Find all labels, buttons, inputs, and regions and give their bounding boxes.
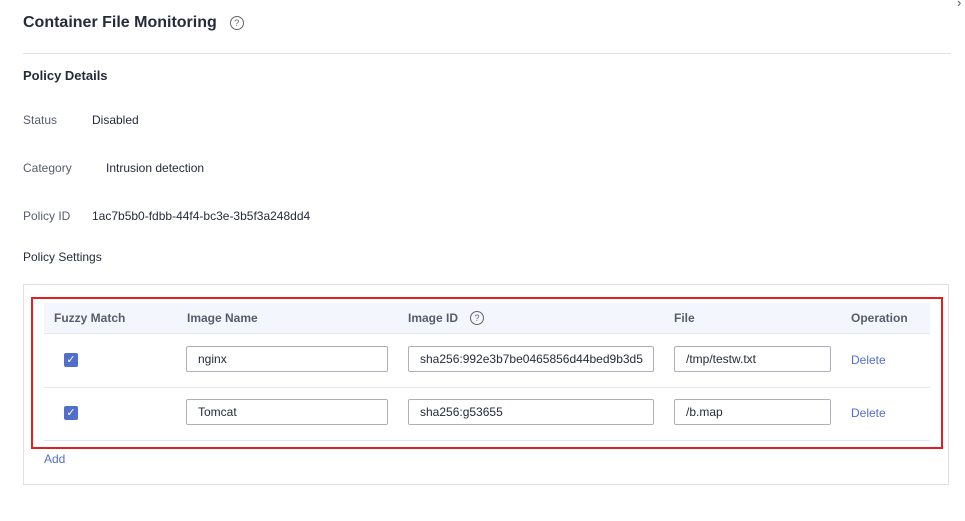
- column-header-fuzzy-match: Fuzzy Match: [54, 311, 126, 325]
- policy-settings-table: Fuzzy Match Image Name Image ID ? File O…: [44, 303, 930, 441]
- image-name-input[interactable]: nginx: [186, 346, 388, 372]
- file-input[interactable]: /b.map: [674, 399, 831, 425]
- add-button[interactable]: Add: [44, 452, 65, 466]
- column-header-image-id: Image ID ?: [408, 303, 485, 333]
- fuzzy-match-checkbox[interactable]: ✓: [64, 406, 78, 420]
- delete-button[interactable]: Delete: [851, 353, 886, 367]
- status-label: Status: [23, 113, 58, 127]
- table-row: ✓ Tomcat sha256:g53655 /b.map Delete: [44, 387, 930, 441]
- file-input[interactable]: /tmp/testw.txt: [674, 346, 831, 372]
- header-divider: [23, 53, 951, 54]
- policy-settings-label: Policy Settings: [23, 250, 102, 264]
- column-header-operation: Operation: [851, 311, 908, 325]
- image-id-input[interactable]: sha256:992e3b7be0465856d44bed9b3d5: [408, 346, 654, 372]
- table-header: Fuzzy Match Image Name Image ID ? File O…: [44, 303, 930, 334]
- close-icon[interactable]: ›: [957, 0, 965, 10]
- category-value: Intrusion detection: [106, 161, 205, 175]
- fuzzy-match-checkbox[interactable]: ✓: [64, 353, 78, 367]
- delete-button[interactable]: Delete: [851, 406, 886, 420]
- image-id-input[interactable]: sha256:g53655: [408, 399, 654, 425]
- dialog-header: Container File Monitoring ?: [23, 12, 244, 34]
- policy-details-title: Policy Details: [23, 68, 108, 83]
- table-row: ✓ nginx sha256:992e3b7be0465856d44bed9b3…: [44, 334, 930, 388]
- image-id-help-icon[interactable]: ?: [470, 311, 485, 325]
- policy-id-label: Policy ID: [23, 209, 71, 223]
- page-title: Container File Monitoring: [23, 14, 217, 31]
- category-label: Category: [23, 161, 72, 175]
- image-name-input[interactable]: Tomcat: [186, 399, 388, 425]
- policy-id-value: 1ac7b5b0-fdbb-44f4-bc3e-3b5f3a248dd4: [92, 209, 311, 223]
- column-header-file: File: [674, 311, 695, 325]
- status-value: Disabled: [92, 113, 139, 127]
- column-header-image-id-label: Image ID: [408, 311, 459, 325]
- help-icon[interactable]: ?: [229, 16, 244, 30]
- column-header-image-name: Image Name: [187, 311, 258, 325]
